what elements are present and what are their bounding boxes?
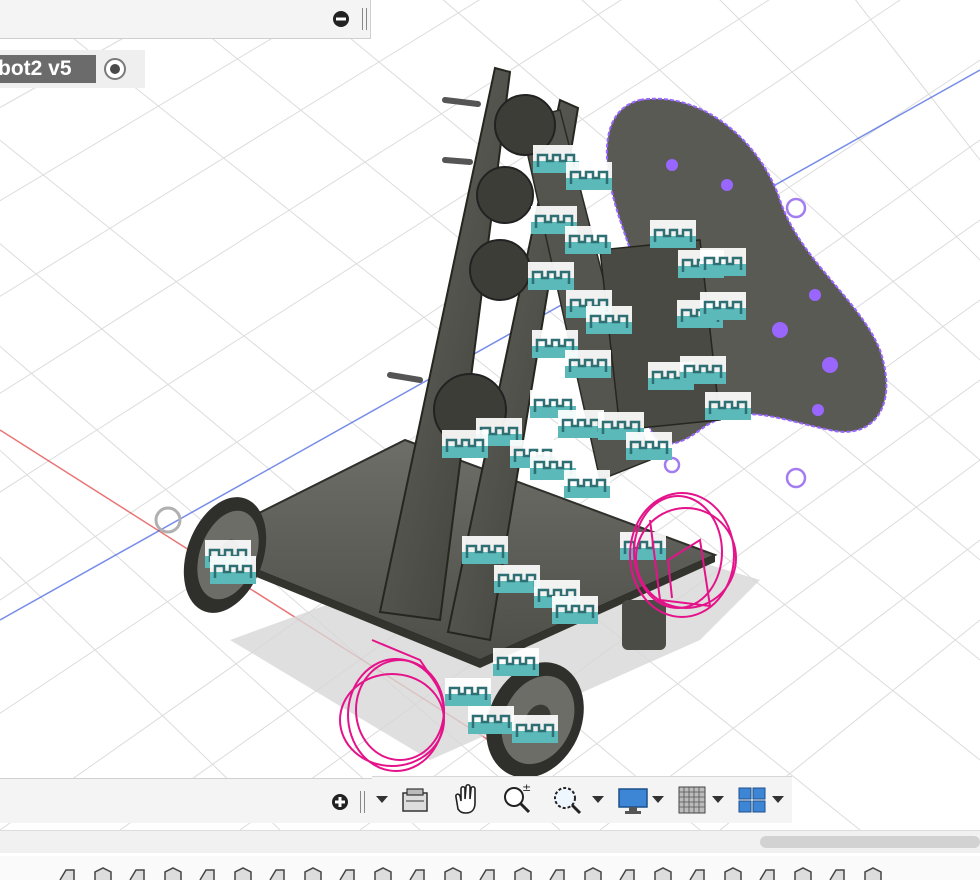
fit-icon[interactable] <box>550 781 584 819</box>
joint-marker[interactable] <box>624 430 674 462</box>
panel-resize-handle[interactable] <box>360 791 365 813</box>
timeline-feature-icon[interactable] <box>724 867 742 880</box>
timeline-feature-icon[interactable] <box>339 869 355 880</box>
display-settings-icon[interactable] <box>616 781 650 819</box>
timeline-feature-icon[interactable] <box>374 867 392 880</box>
comments-panel <box>0 778 373 823</box>
svg-text:±: ± <box>522 781 531 794</box>
browser-root-node[interactable]: bot2 v5 <box>0 50 145 88</box>
joint-marker[interactable] <box>443 676 493 708</box>
chevron-down-icon[interactable] <box>652 796 664 803</box>
timeline-feature-icon[interactable] <box>59 869 75 880</box>
chevron-down-icon[interactable] <box>772 796 784 803</box>
timeline-feature-icon[interactable] <box>549 869 565 880</box>
timeline-feature-icon[interactable] <box>794 867 812 880</box>
timeline-feature-icon[interactable] <box>584 867 602 880</box>
scrollbar-thumb[interactable] <box>760 836 980 848</box>
joint-marker[interactable] <box>564 160 614 192</box>
viewports-icon[interactable] <box>736 781 770 819</box>
origin-point <box>154 506 182 534</box>
timeline-feature-icon[interactable] <box>689 869 705 880</box>
joint-marker[interactable] <box>648 218 698 250</box>
timeline-feature-icon[interactable] <box>164 867 182 880</box>
timeline-feature-icon[interactable] <box>479 869 495 880</box>
joint-marker[interactable] <box>562 468 612 500</box>
timeline-feature-icon[interactable] <box>759 869 775 880</box>
document-title: bot2 v5 <box>0 55 96 83</box>
navigation-toolbar: ± <box>372 776 792 823</box>
activate-component-radio[interactable] <box>104 58 126 80</box>
timeline-feature-icon[interactable] <box>269 869 285 880</box>
timeline-feature-icon[interactable] <box>129 869 145 880</box>
timeline-feature-icon[interactable] <box>94 867 112 880</box>
canvas-viewport[interactable] <box>0 0 980 830</box>
chevron-down-icon[interactable] <box>592 796 604 803</box>
caster-cylinder[interactable] <box>622 600 666 650</box>
joint-marker[interactable] <box>563 224 613 256</box>
timeline-feature-icon[interactable] <box>304 867 322 880</box>
timeline-feature-icon[interactable] <box>234 867 252 880</box>
joint-marker[interactable] <box>510 713 560 745</box>
timeline-feature-icon[interactable] <box>619 869 635 880</box>
joint-marker[interactable] <box>618 530 668 562</box>
zoom-icon[interactable]: ± <box>500 781 534 819</box>
timeline-feature-icon[interactable] <box>199 869 215 880</box>
design-timeline[interactable] <box>0 856 980 880</box>
joint-marker[interactable] <box>698 290 748 322</box>
joint-marker[interactable] <box>550 594 600 626</box>
joint-marker[interactable] <box>698 246 748 278</box>
joint-marker[interactable] <box>466 704 516 736</box>
pan-icon[interactable] <box>450 781 484 819</box>
timeline-feature-icon[interactable] <box>514 867 532 880</box>
joint-marker[interactable] <box>584 304 634 336</box>
timeline-feature-icon[interactable] <box>444 867 462 880</box>
joint-marker[interactable] <box>556 408 606 440</box>
minus-circle-icon[interactable] <box>332 10 350 28</box>
timeline-feature-icon[interactable] <box>864 867 882 880</box>
joint-marker[interactable] <box>491 646 541 678</box>
look-at-icon[interactable] <box>400 781 432 819</box>
timeline-feature-icon[interactable] <box>409 869 425 880</box>
grid-snaps-icon[interactable] <box>676 781 710 819</box>
joint-marker[interactable] <box>703 390 753 422</box>
joint-marker[interactable] <box>678 354 728 386</box>
joint-marker[interactable] <box>440 428 490 460</box>
joint-marker[interactable] <box>492 563 542 595</box>
timeline-feature-icon[interactable] <box>829 869 845 880</box>
joint-marker[interactable] <box>208 554 258 586</box>
timeline-feature-icon[interactable] <box>654 867 672 880</box>
joint-marker[interactable] <box>563 348 613 380</box>
plus-circle-icon[interactable] <box>331 793 349 811</box>
panel-resize-handle[interactable] <box>362 8 367 30</box>
joint-marker[interactable] <box>526 260 576 292</box>
browser-panel-header <box>0 0 371 39</box>
chevron-down-icon[interactable] <box>712 796 724 803</box>
chevron-down-icon[interactable] <box>376 796 388 803</box>
joint-marker[interactable] <box>460 534 510 566</box>
